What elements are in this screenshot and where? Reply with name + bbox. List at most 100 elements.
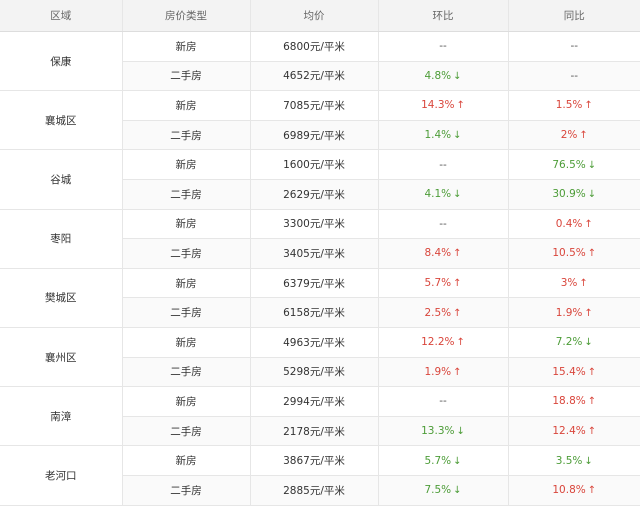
region-cell: 保康 <box>0 31 123 92</box>
yoy-cell: 10.5% ↑ <box>508 238 640 269</box>
arrow-up-icon: ↑ <box>584 100 593 112</box>
mom-change: 1.9% ↑ <box>424 366 461 378</box>
mom-change: -- <box>439 159 447 171</box>
mom-value: 1.4% <box>424 129 452 142</box>
yoy-value: 30.9% <box>552 188 586 201</box>
mom-value: 8.4% <box>424 247 452 260</box>
yoy-cell: 76.5% ↓ <box>508 149 640 180</box>
arrow-down-icon: ↓ <box>587 159 597 171</box>
mom-value: 5.7% <box>424 454 452 467</box>
region-cell: 枣阳 <box>0 209 123 269</box>
type-cell: 新房 <box>122 386 251 417</box>
mom-value: 2.5% <box>424 306 452 319</box>
yoy-cell: 3.5% ↓ <box>508 445 640 476</box>
arrow-down-icon: ↓ <box>587 189 597 201</box>
mom-change: 5.7% ↑ <box>424 277 461 289</box>
arrow-down-icon: ↓ <box>453 455 462 467</box>
yoy-value: 18.8% <box>552 395 586 408</box>
arrow-up-icon: ↑ <box>453 248 462 260</box>
region-cell: 南漳 <box>0 386 123 447</box>
arrow-up-icon: ↑ <box>587 396 597 408</box>
arrow-up-icon: ↑ <box>587 426 597 438</box>
mom-cell: -- <box>378 149 509 180</box>
price-cell: 2994元/平米 <box>250 386 379 417</box>
region-cell: 襄城区 <box>0 90 123 151</box>
mom-cell: 13.3% ↓ <box>378 416 509 447</box>
yoy-cell: 7.2% ↓ <box>508 327 640 358</box>
yoy-value: 76.5% <box>552 158 586 171</box>
price-cell: 6379元/平米 <box>250 268 379 299</box>
yoy-cell: 0.4% ↑ <box>508 209 640 240</box>
arrow-up-icon: ↑ <box>584 218 593 230</box>
mom-value: -- <box>439 217 447 230</box>
mom-value: -- <box>439 395 447 408</box>
price-cell: 4963元/平米 <box>250 327 379 358</box>
price-cell: 7085元/平米 <box>250 90 379 121</box>
arrow-up-icon: ↑ <box>587 485 597 497</box>
yoy-cell: 1.5% ↑ <box>508 90 640 121</box>
type-cell: 新房 <box>122 31 251 62</box>
arrow-up-icon: ↑ <box>579 278 588 290</box>
price-cell: 6158元/平米 <box>250 297 379 328</box>
arrow-down-icon: ↓ <box>456 426 465 438</box>
yoy-change: 2% ↑ <box>561 129 588 141</box>
price-cell: 1600元/平米 <box>250 149 379 180</box>
yoy-value: -- <box>570 69 579 82</box>
mom-cell: 2.5% ↑ <box>378 297 509 328</box>
yoy-change: -- <box>570 70 578 82</box>
yoy-value: 10.5% <box>552 247 586 260</box>
type-cell: 新房 <box>122 268 251 299</box>
yoy-change: 7.2% ↓ <box>556 336 593 348</box>
mom-value: 1.9% <box>424 365 452 378</box>
yoy-change: 1.9% ↑ <box>556 307 593 319</box>
arrow-down-icon: ↓ <box>453 70 462 82</box>
mom-change: 8.4% ↑ <box>424 247 461 259</box>
yoy-change: 10.8% ↑ <box>552 484 596 496</box>
mom-change: 2.5% ↑ <box>424 307 461 319</box>
yoy-value: 0.4% <box>555 217 583 230</box>
yoy-cell: 3% ↑ <box>508 268 640 299</box>
price-cell: 6989元/平米 <box>250 120 379 151</box>
table-row: 谷城 新房 1600元/平米 -- 76.5% ↓ <box>0 149 640 210</box>
arrow-down-icon: ↓ <box>584 337 593 349</box>
price-cell: 2885元/平米 <box>250 475 379 506</box>
table-row: 保康 新房 6800元/平米 -- -- <box>0 31 640 92</box>
mom-change: 4.8% ↓ <box>424 70 461 82</box>
yoy-change: 0.4% ↑ <box>556 218 593 230</box>
yoy-value: 10.8% <box>552 484 586 497</box>
mom-change: -- <box>439 395 447 407</box>
mom-cell: 4.8% ↓ <box>378 61 509 92</box>
mom-cell: 7.5% ↓ <box>378 475 509 506</box>
yoy-cell: 30.9% ↓ <box>508 179 640 210</box>
type-cell: 二手房 <box>122 297 251 328</box>
mom-value: 12.2% <box>421 336 455 349</box>
mom-change: -- <box>439 218 447 230</box>
type-cell: 二手房 <box>122 61 251 92</box>
arrow-up-icon: ↑ <box>453 278 462 290</box>
arrow-down-icon: ↓ <box>453 189 462 201</box>
yoy-value: 7.2% <box>555 336 583 349</box>
yoy-value: 3.5% <box>555 454 583 467</box>
type-cell: 二手房 <box>122 416 251 447</box>
yoy-cell: 18.8% ↑ <box>508 386 640 417</box>
price-cell: 3405元/平米 <box>250 238 379 269</box>
header-type: 房价类型 <box>122 0 251 32</box>
price-cell: 2629元/平米 <box>250 179 379 210</box>
type-cell: 二手房 <box>122 120 251 151</box>
arrow-up-icon: ↑ <box>456 337 465 349</box>
mom-value: -- <box>439 40 447 53</box>
mom-value: 7.5% <box>424 484 452 497</box>
mom-change: 1.4% ↓ <box>424 129 461 141</box>
mom-cell: 8.4% ↑ <box>378 238 509 269</box>
type-cell: 新房 <box>122 209 251 240</box>
mom-change: 14.3% ↑ <box>421 99 465 111</box>
type-cell: 二手房 <box>122 475 251 506</box>
arrow-up-icon: ↑ <box>453 307 462 319</box>
mom-cell: -- <box>378 31 509 62</box>
type-cell: 新房 <box>122 445 251 476</box>
table-row: 老河口 新房 3867元/平米 5.7% ↓ 3.5% ↓ <box>0 445 640 506</box>
mom-value: 13.3% <box>421 425 455 438</box>
mom-cell: -- <box>378 386 509 417</box>
yoy-change: 3% ↑ <box>561 277 588 289</box>
price-cell: 3867元/平米 <box>250 445 379 476</box>
